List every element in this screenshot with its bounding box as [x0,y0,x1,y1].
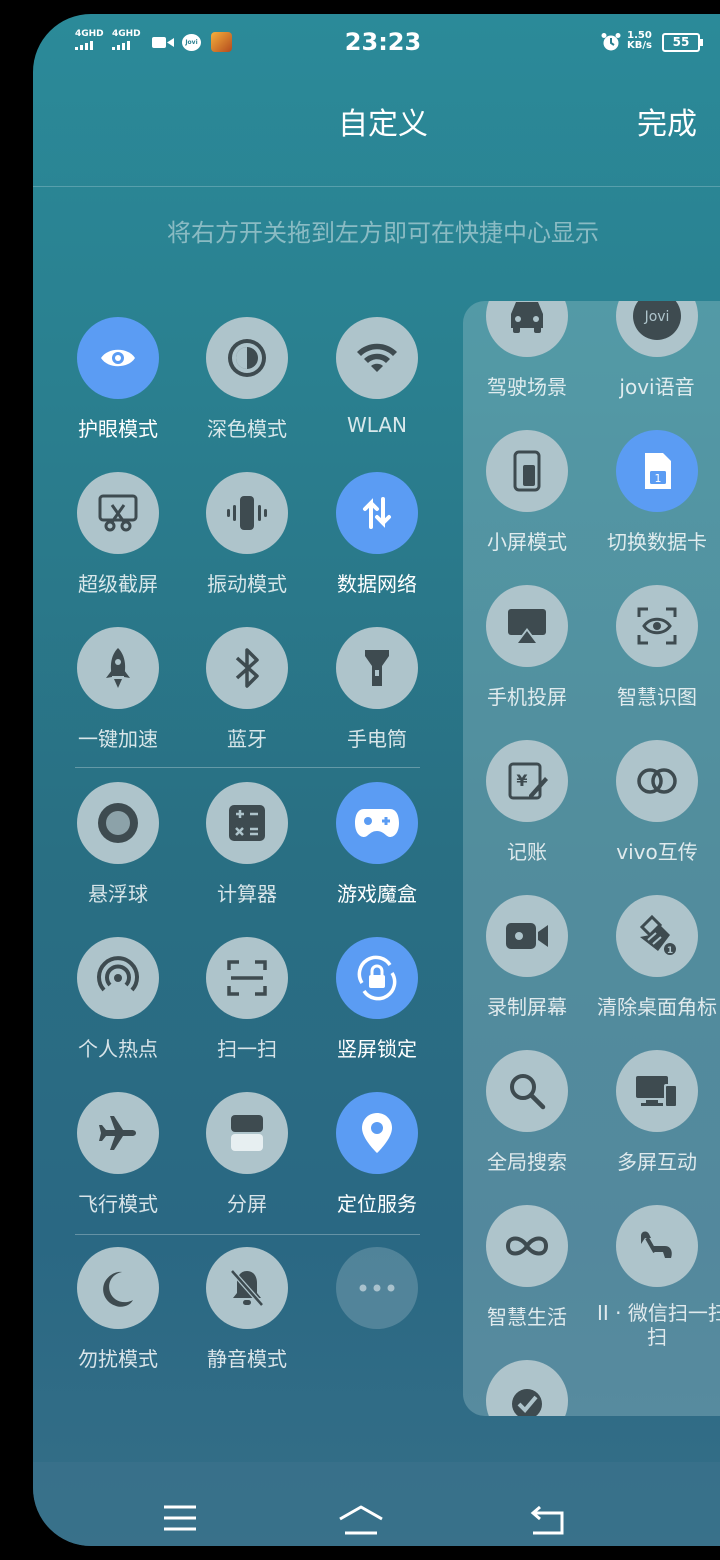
multi-screen-icon [636,1076,678,1108]
tile-calculator[interactable]: 计算器 [187,782,307,907]
tile-floating-ball[interactable]: 悬浮球 [58,782,178,907]
rocket-icon [106,648,130,688]
tile-driving[interactable]: 驾驶场景 [467,301,587,400]
home-icon[interactable] [337,1504,385,1536]
rotation-lock-icon [357,955,397,1001]
tile-rotation-lock[interactable]: 竖屏锁定 [317,937,437,1062]
calculator-icon [229,805,265,841]
svg-text:Jovi: Jovi [644,309,670,325]
sim-card-icon: 1 [645,453,671,489]
tile-hotspot[interactable]: 个人热点 [58,937,178,1062]
more-dots-icon [359,1284,395,1292]
tile-bookkeeping[interactable]: ¥ 记账 [467,740,587,865]
tile-scan[interactable]: 扫一扫 [187,937,307,1062]
floating-ball-icon [98,803,138,843]
tile-data-network[interactable]: 数据网络 [317,472,437,597]
split-screen-icon [231,1115,263,1151]
clear-badge-icon: 1 [639,914,676,956]
tile-smart-life[interactable]: 智慧生活 [467,1205,587,1330]
smart-vision-icon [637,607,677,645]
vivo-share-icon [637,768,677,794]
tile-screen-cast[interactable]: 手机投屏 [467,585,587,710]
header-divider [33,186,720,187]
eye-icon [101,349,135,367]
vibrate-icon [227,496,267,530]
flashlight-icon [365,650,389,686]
screen: 4GHD 4GHD Jovi 23:23 1.50 KB/s 55 自定义 完成… [33,14,720,1546]
tile-global-search[interactable]: 全局搜索 [467,1050,587,1175]
section-divider-2 [75,1234,420,1235]
tile-do-not-disturb[interactable]: 勿扰模式 [58,1247,178,1372]
scan-icon [227,960,267,996]
tile-silent[interactable]: 静音模式 [187,1247,307,1372]
svg-text:1: 1 [667,946,673,956]
screen-record-icon [506,923,548,949]
tile-vivo-share[interactable]: vivo互传 [597,740,717,865]
tile-split-screen[interactable]: 分屏 [187,1092,307,1217]
tile-wechat-scan[interactable]: II · 微信扫一扫 扫 [597,1205,720,1349]
dark-mode-icon [228,339,266,377]
svg-text:1: 1 [655,472,662,485]
network-speed: 1.50 KB/s [627,30,652,51]
tile-super-screenshot[interactable]: 超级截屏 [58,472,178,597]
tile-flashlight[interactable]: 手电筒 [317,627,437,752]
moon-icon [103,1271,133,1307]
jovi-icon: Jovi [633,301,681,340]
menu-icon[interactable] [163,1504,197,1532]
tile-switch-sim[interactable]: 1 切换数据卡 [597,430,717,555]
alarm-icon [601,33,621,51]
wechat-scan-icon [641,1231,672,1258]
svg-text:¥: ¥ [516,771,527,790]
hint-text: 将右方开关拖到左方即可在快捷中心显示 [167,219,599,247]
tile-bluetooth[interactable]: 蓝牙 [187,627,307,752]
battery-indicator: 55 [662,33,703,52]
check-bubble-icon [512,1389,542,1416]
smart-life-icon [505,1236,549,1256]
search-icon [510,1074,546,1110]
tile-airplane[interactable]: 飞行模式 [58,1092,178,1217]
tile-jovi-voice[interactable]: Jovi jovi语音 [597,301,717,400]
hotspot-icon [97,956,139,992]
screenshot-icon [98,494,138,532]
tile-speed-up[interactable]: 一键加速 [58,627,178,752]
tile-dark-mode[interactable]: 深色模式 [187,317,307,442]
tile-vibrate[interactable]: 振动模式 [187,472,307,597]
tile-location[interactable]: 定位服务 [317,1092,437,1217]
car-icon [511,302,543,333]
location-icon [362,1113,392,1153]
cast-icon [508,609,546,644]
tile-game-box[interactable]: 游戏魔盒 [317,782,437,907]
tile-more[interactable] [317,1247,437,1329]
page-title: 自定义 [338,107,428,142]
done-button[interactable]: 完成 [637,99,697,143]
tile-clear-badges[interactable]: 1 清除桌面角标 [597,895,717,1020]
tile-screen-record[interactable]: 录制屏幕 [467,895,587,1020]
tile-check-bubble[interactable] [467,1360,587,1416]
bell-off-icon [230,1269,264,1307]
bluetooth-icon [235,648,259,688]
tile-eye-care[interactable]: 护眼模式 [58,317,178,442]
section-divider [75,767,420,768]
available-tiles-panel[interactable]: 驾驶场景 Jovi jovi语音 小屏模式 1 切换数据卡 手机投屏 智慧识图 … [463,301,720,1416]
tile-wlan[interactable]: WLAN [317,317,437,437]
bookkeeping-icon: ¥ [508,762,548,800]
small-screen-icon [513,450,541,492]
status-bar: 4GHD 4GHD Jovi 23:23 1.50 KB/s 55 [33,14,720,72]
gamepad-icon [355,809,399,837]
airplane-icon [99,1116,136,1150]
back-icon[interactable] [529,1504,565,1536]
tile-small-screen[interactable]: 小屏模式 [467,430,587,555]
wifi-icon [357,343,397,372]
tile-smart-vision[interactable]: 智慧识图 [597,585,717,710]
tile-multi-screen[interactable]: 多屏互动 [597,1050,717,1175]
data-network-icon [363,497,391,529]
